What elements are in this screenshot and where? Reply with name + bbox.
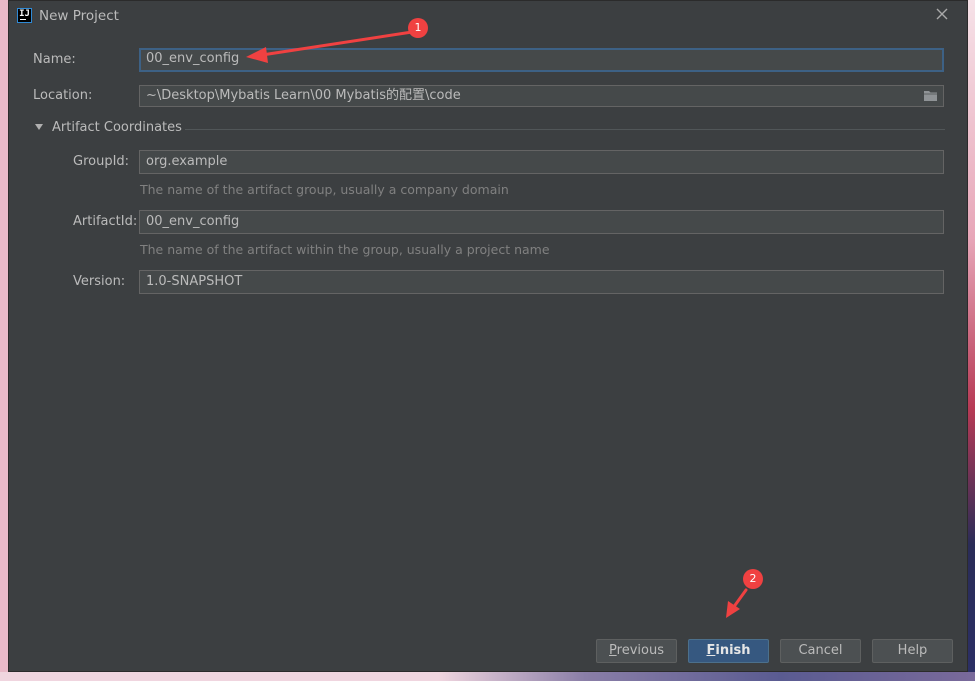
previous-mnemonic: P [609,643,617,658]
finish-button[interactable]: Finish [688,639,769,663]
version-value: 1.0-SNAPSHOT [146,274,243,289]
artifactid-hint: The name of the artifact within the grou… [140,242,550,257]
groupid-value: org.example [146,154,228,169]
name-label: Name: [33,52,76,67]
previous-button[interactable]: Previous [596,639,677,663]
artifactid-field[interactable]: 00_env_config [139,210,944,234]
annotation-marker-2: 2 [743,569,763,589]
section-title: Artifact Coordinates [52,120,182,135]
folder-icon[interactable] [923,89,938,102]
desktop-background-bottom [0,672,975,681]
title-bar: IJ New Project [9,1,967,31]
artifactid-value: 00_env_config [146,214,240,229]
new-project-dialog: IJ New Project Name: 00_env_config Locat… [8,0,968,672]
section-divider [185,129,945,130]
finish-label: inish [715,643,751,658]
help-button[interactable]: Help [872,639,953,663]
location-field[interactable]: ~\Desktop\Mybatis Learn\00 Mybatis的配置\co… [139,85,944,107]
window-title: New Project [39,8,119,24]
name-field[interactable]: 00_env_config [139,48,944,72]
previous-label: revious [616,643,664,658]
cancel-button[interactable]: Cancel [780,639,861,663]
location-value: ~\Desktop\Mybatis Learn\00 Mybatis的配置\co… [146,88,461,103]
triangle-down-icon[interactable] [35,124,43,130]
groupid-hint: The name of the artifact group, usually … [140,182,509,197]
desktop-background-right [968,0,975,681]
annotation-marker-1: 1 [408,18,428,38]
artifact-coordinates-section[interactable]: Artifact Coordinates [35,120,945,138]
name-value: 00_env_config [146,51,240,66]
close-icon[interactable] [935,7,949,21]
location-label: Location: [33,88,93,103]
version-label: Version: [73,274,126,289]
groupid-field[interactable]: org.example [139,150,944,174]
groupid-label: GroupId: [73,154,130,169]
version-field[interactable]: 1.0-SNAPSHOT [139,270,944,294]
artifactid-label: ArtifactId: [73,214,138,229]
intellij-idea-icon: IJ [17,8,32,23]
